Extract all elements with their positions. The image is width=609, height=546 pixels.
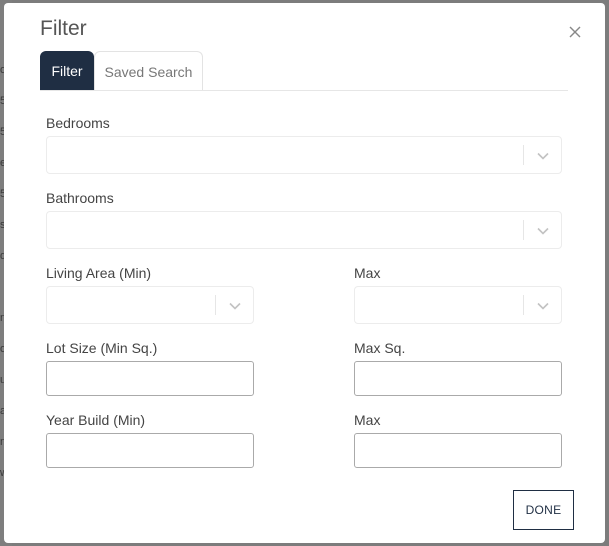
chevron-down-icon bbox=[537, 152, 549, 160]
select-separator bbox=[215, 295, 216, 315]
select-separator bbox=[523, 295, 524, 315]
lot-size-min-input[interactable] bbox=[46, 361, 254, 396]
modal-title: Filter bbox=[40, 17, 87, 40]
bathrooms-select[interactable] bbox=[46, 211, 562, 249]
filter-modal: Filter Filter Saved Search Bedrooms Bath… bbox=[4, 3, 605, 543]
year-build-max-label: Max bbox=[354, 412, 381, 428]
close-button[interactable] bbox=[564, 21, 586, 43]
tab-filter[interactable]: Filter bbox=[40, 51, 94, 91]
select-separator bbox=[523, 145, 524, 165]
chevron-down-icon bbox=[537, 302, 549, 310]
living-area-min-label: Living Area (Min) bbox=[46, 265, 152, 281]
select-separator bbox=[523, 220, 524, 240]
bedrooms-select[interactable] bbox=[46, 136, 562, 174]
lot-size-max-input[interactable] bbox=[354, 361, 562, 396]
tab-saved-search[interactable]: Saved Search bbox=[94, 51, 203, 91]
year-build-min-input[interactable] bbox=[46, 433, 254, 468]
bedrooms-label: Bedrooms bbox=[46, 115, 110, 131]
done-button[interactable]: DONE bbox=[513, 490, 574, 530]
chevron-down-icon bbox=[537, 227, 549, 235]
living-area-min-select[interactable] bbox=[46, 286, 254, 324]
living-area-max-label: Max bbox=[354, 265, 381, 281]
tabs-divider bbox=[40, 90, 568, 91]
year-build-min-label: Year Build (Min) bbox=[46, 412, 146, 428]
living-area-max-select[interactable] bbox=[354, 286, 562, 324]
close-icon bbox=[569, 26, 581, 38]
chevron-down-icon bbox=[229, 302, 241, 310]
bathrooms-label: Bathrooms bbox=[46, 190, 114, 206]
lot-size-max-label: Max Sq. bbox=[354, 340, 406, 356]
year-build-max-input[interactable] bbox=[354, 433, 562, 468]
lot-size-min-label: Lot Size (Min Sq.) bbox=[46, 340, 158, 356]
